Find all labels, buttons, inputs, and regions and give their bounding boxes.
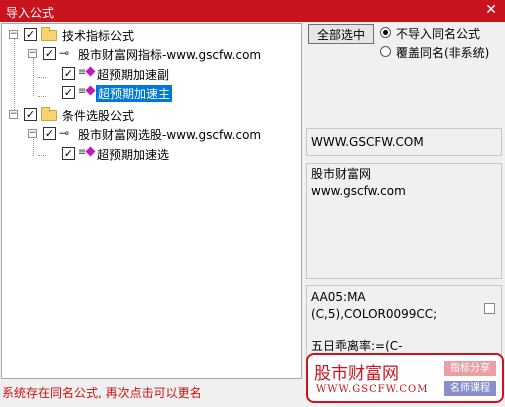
- group-checkbox[interactable]: ✓: [24, 108, 37, 121]
- key-icon: ⊸: [59, 46, 70, 60]
- tree-leaf: ✓ ≡ 超预期加速选: [2, 145, 302, 163]
- tree-leaf: ✓ ≡ 超预期加速主: [2, 84, 302, 102]
- tree-leaf-label[interactable]: 超预期加速选: [97, 146, 169, 163]
- group-checkbox[interactable]: ✓: [24, 28, 37, 41]
- tree-leaf-label-selected[interactable]: 超预期加速主: [96, 85, 173, 102]
- tree-item: − ✓ ⊸ 股市财富网选股-www.gscfw.com: [2, 125, 302, 143]
- select-all-button[interactable]: 全部选中: [308, 24, 374, 44]
- radio-skip-duplicates[interactable]: 不导入同名公式: [380, 25, 504, 41]
- desc-line: 股市财富网: [311, 167, 372, 181]
- window-title: 导入公式: [6, 6, 55, 20]
- tree-leaf-label[interactable]: 超预期加速副: [97, 66, 169, 83]
- tree-item: − ✓ ⊸ 股市财富网指标-www.gscfw.com: [2, 45, 302, 63]
- folder-icon: [41, 107, 57, 121]
- scroll-box[interactable]: [484, 303, 495, 314]
- radio-indicator[interactable]: [380, 27, 391, 38]
- key-icon: ⊸: [59, 126, 70, 140]
- watermark-logo: 股市财富网 WWW.GSCFW.COM 指标分享 名师课程: [306, 353, 504, 403]
- radio-overwrite[interactable]: 覆盖同名(非系统): [380, 44, 504, 60]
- code-line: AA05:MA: [311, 290, 366, 304]
- leaf-checkbox[interactable]: ✓: [62, 86, 75, 99]
- site-panel: WWW.GSCFW.COM: [306, 128, 502, 156]
- tree-group-label[interactable]: 条件选股公式: [62, 107, 134, 124]
- radio-indicator[interactable]: [380, 46, 391, 57]
- leaf-checkbox[interactable]: ✓: [62, 147, 75, 160]
- status-message: 系统存在同名公式, 再次点击可以更名: [2, 386, 202, 400]
- title-bar: 导入公式 ✕: [0, 0, 505, 22]
- formula-icon: ≡: [78, 146, 96, 158]
- collapse-icon[interactable]: −: [28, 129, 37, 138]
- tree-group: − ✓ 技术指标公式: [2, 26, 302, 44]
- collapse-icon[interactable]: −: [9, 110, 18, 119]
- collapse-icon[interactable]: −: [9, 30, 18, 39]
- tree-group-label[interactable]: 技术指标公式: [62, 27, 134, 44]
- watermark-url: WWW.GSCFW.COM: [316, 384, 429, 395]
- leaf-checkbox[interactable]: ✓: [62, 67, 75, 80]
- radio-label: 不导入同名公式: [396, 27, 481, 41]
- close-icon[interactable]: ✕: [485, 2, 497, 18]
- site-text: WWW.GSCFW.COM: [311, 135, 424, 149]
- description-panel: 股市财富网 www.gscfw.com: [306, 163, 502, 279]
- item-checkbox[interactable]: ✓: [43, 47, 56, 60]
- tree-item-label[interactable]: 股市财富网指标-www.gscfw.com: [78, 46, 261, 63]
- code-line: 五日乖离率:=(C-: [311, 339, 403, 353]
- watermark-name: 股市财富网: [314, 364, 399, 384]
- tree-group: − ✓ 条件选股公式: [2, 106, 302, 124]
- radio-label: 覆盖同名(非系统): [396, 46, 490, 60]
- folder-icon: [41, 27, 57, 41]
- tree-leaf: ✓ ≡ 超预期加速副: [2, 65, 302, 83]
- formula-icon: ≡: [78, 85, 96, 97]
- formula-tree[interactable]: − ✓ 技术指标公式 − ✓ ⊸ 股市财富网指标-www.gscfw.com ✓…: [1, 23, 302, 379]
- code-line: (C,5),COLOR0099CC;: [311, 307, 438, 321]
- desc-line: www.gscfw.com: [311, 184, 406, 198]
- watermark-tag: 指标分享: [444, 361, 496, 376]
- item-checkbox[interactable]: ✓: [43, 127, 56, 140]
- formula-icon: ≡: [78, 66, 96, 78]
- watermark-tag: 名师课程: [444, 381, 496, 396]
- tree-item-label[interactable]: 股市财富网选股-www.gscfw.com: [78, 126, 261, 143]
- collapse-icon[interactable]: −: [28, 49, 37, 58]
